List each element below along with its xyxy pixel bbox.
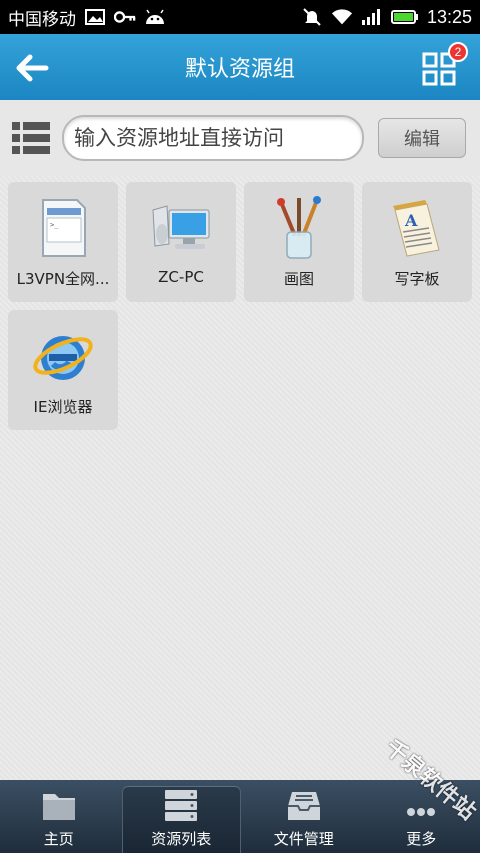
mute-icon <box>301 8 323 26</box>
list-icon <box>12 122 50 154</box>
title-bar: 默认资源组 2 <box>0 34 480 100</box>
resource-label: IE浏览器 <box>33 398 93 416</box>
wifi-icon <box>331 8 353 26</box>
notification-badge: 2 <box>448 42 468 62</box>
nav-file-manager[interactable]: 文件管理 <box>245 780 363 853</box>
signal-icon <box>361 8 383 26</box>
ie-icon <box>33 336 93 380</box>
search-row: 编辑 <box>0 100 480 176</box>
resource-tile-wordpad[interactable]: A 写字板 <box>362 182 472 302</box>
paint-brushes-icon <box>277 196 321 259</box>
resource-grid: >_ L3VPN全网... ZC-PC 画图 A 写字板 IE浏览器 <box>0 176 480 780</box>
nav-resource-list[interactable]: 资源列表 <box>121 786 241 853</box>
computer-icon <box>152 205 210 249</box>
resource-label: ZC-PC <box>158 268 204 286</box>
android-icon <box>144 8 166 26</box>
resource-tile-paint[interactable]: 画图 <box>244 182 354 302</box>
page-title: 默认资源组 <box>184 57 295 82</box>
window-icon: >_ <box>42 199 86 257</box>
edit-button[interactable]: 编辑 <box>378 118 466 158</box>
image-icon <box>84 8 106 26</box>
more-icon <box>407 808 436 816</box>
arrow-left-icon <box>16 54 49 82</box>
nav-more[interactable]: 更多 <box>363 780 480 853</box>
resource-label: L3VPN全网... <box>16 270 110 288</box>
carrier-label: 中国移动 <box>8 9 76 30</box>
nav-home[interactable]: 主页 <box>0 780 118 853</box>
nav-label: 文件管理 <box>273 830 334 848</box>
resource-tile-l3vpn[interactable]: >_ L3VPN全网... <box>8 182 118 302</box>
resource-label: 画图 <box>283 270 314 288</box>
apps-button[interactable]: 2 <box>420 42 468 90</box>
resource-tile-ie[interactable]: IE浏览器 <box>8 310 118 430</box>
nav-label: 资源列表 <box>151 830 212 848</box>
nav-label: 更多 <box>406 830 437 848</box>
bottom-nav: 主页 资源列表 文件管理 更多 <box>0 780 480 853</box>
wordpad-icon: A <box>393 200 440 257</box>
folder-icon <box>42 794 75 820</box>
resource-address-input[interactable] <box>62 115 364 161</box>
svg-text:A: A <box>404 211 418 230</box>
status-bar: 中国移动 13:25 <box>0 0 480 34</box>
battery-icon <box>390 8 419 26</box>
svg-text:>_: >_ <box>50 221 59 229</box>
clock: 13:25 <box>426 6 472 27</box>
key-icon <box>114 8 136 26</box>
resource-tile-zc-pc[interactable]: ZC-PC <box>126 182 236 302</box>
list-view-button[interactable] <box>12 122 50 154</box>
file-tray-icon <box>287 792 320 820</box>
back-button[interactable] <box>12 48 52 88</box>
nav-label: 主页 <box>43 830 74 848</box>
resource-label: 写字板 <box>394 270 440 288</box>
server-icon <box>165 790 198 821</box>
